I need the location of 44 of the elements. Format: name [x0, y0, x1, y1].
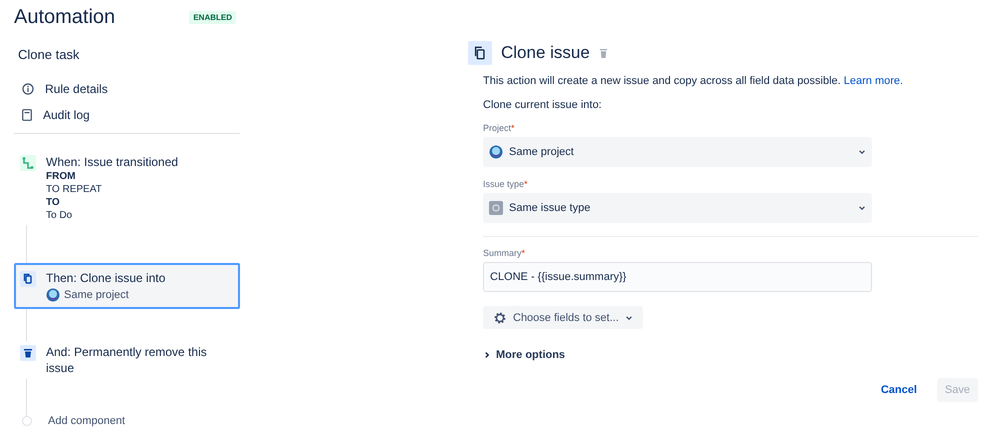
- rule-name: Clone task: [18, 47, 80, 62]
- copy-icon: [20, 271, 36, 287]
- chevron-down-icon: [858, 148, 866, 156]
- gear-icon: [493, 310, 507, 324]
- chevron-down-icon: [858, 204, 866, 212]
- chevron-right-icon: [483, 351, 491, 359]
- cancel-button[interactable]: Cancel: [872, 378, 925, 402]
- chevron-down-icon: [624, 314, 633, 322]
- field-label: Summary*: [483, 248, 526, 258]
- select-field[interactable]: Same issue type: [483, 193, 872, 223]
- intro-text: Clone current issue into:: [483, 99, 603, 111]
- component-title: Then: Clone issue into: [46, 270, 166, 286]
- globe-icon: [489, 145, 503, 159]
- page-title: Automation: [14, 6, 116, 28]
- learn-more-link[interactable]: Learn more.: [844, 75, 904, 87]
- square-icon: [489, 201, 503, 215]
- trash-icon: [598, 48, 608, 58]
- sidebar-link[interactable]: Audit log: [14, 102, 240, 128]
- action-description: This action will create a new issue and copy across all field data possible. Learn more.: [483, 74, 904, 88]
- more-options-toggle[interactable]: More options: [483, 349, 978, 361]
- rule-component[interactable]: Then: Clone issue into Same project: [14, 263, 240, 309]
- component-title: When: Issue transitioned: [46, 154, 178, 170]
- copy-drawing: [473, 46, 487, 60]
- select-field[interactable]: Same project: [483, 137, 872, 167]
- component-subtitle: Same project: [64, 288, 129, 302]
- sidebar-link[interactable]: Rule details: [14, 76, 240, 102]
- component-detail: To Do: [46, 209, 74, 222]
- trash-icon: [20, 345, 36, 361]
- globe-icon: [46, 288, 60, 302]
- component-detail: TO: [46, 196, 61, 209]
- add-dot-icon: [22, 416, 32, 426]
- component-detail: TO REPEAT: [46, 183, 103, 196]
- component-title: And: Permanently remove this issue: [46, 344, 208, 376]
- add-component-link[interactable]: Add component: [48, 415, 126, 427]
- status-badge: ENABLED: [189, 10, 236, 24]
- choose-fields-button[interactable]: Choose fields to set...: [483, 306, 643, 329]
- document-icon: [22, 109, 32, 121]
- field-label: Issue type*: [483, 179, 529, 189]
- component-detail: FROM: [46, 170, 76, 183]
- field-label: Project*: [483, 123, 516, 133]
- branch-icon: [20, 155, 36, 171]
- summary-field[interactable]: CLONE - {{issue.summary}}: [483, 262, 872, 292]
- info-icon: [22, 83, 34, 95]
- action-title: Clone issue: [501, 43, 590, 63]
